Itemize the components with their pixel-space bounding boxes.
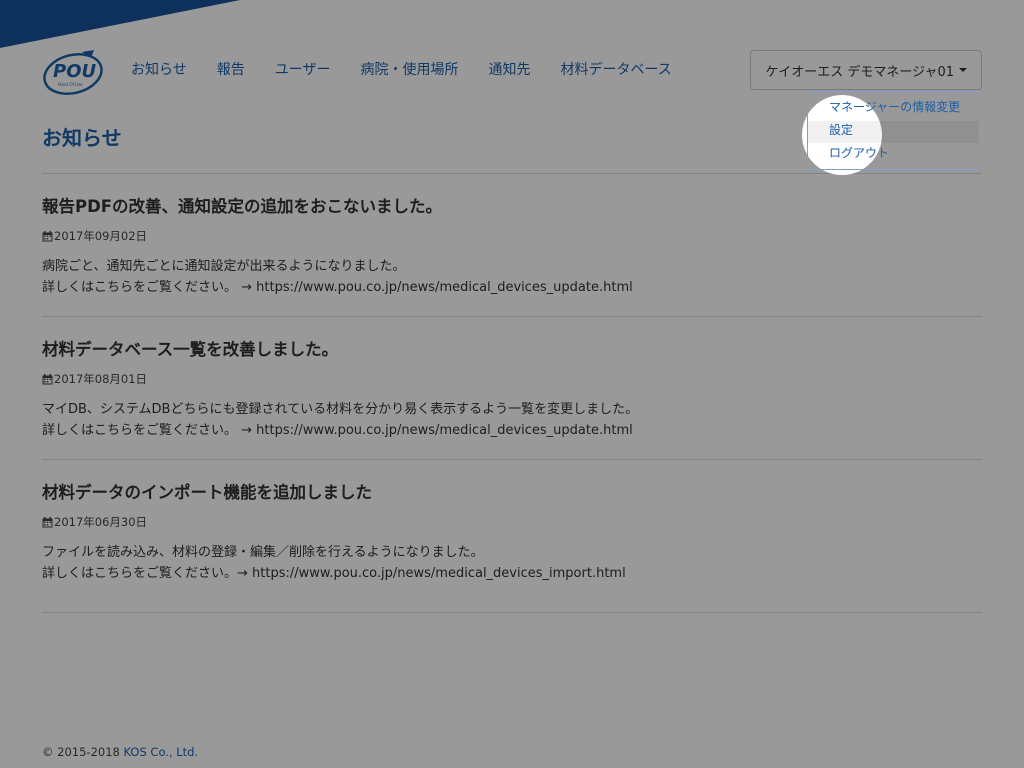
menu-item-label: マネージャーの情報変更 — [829, 100, 961, 114]
menu-item-settings[interactable]: 設定 — [808, 121, 979, 144]
menu-item-label: ログアウト — [829, 146, 890, 160]
menu-item-logout[interactable]: ログアウト — [808, 144, 979, 167]
user-dropdown-menu: マネージャーの情報変更 設定 ログアウト — [807, 91, 980, 170]
menu-item-edit-manager-info[interactable]: マネージャーの情報変更 — [808, 98, 979, 121]
menu-item-label: 設定 — [829, 123, 854, 137]
